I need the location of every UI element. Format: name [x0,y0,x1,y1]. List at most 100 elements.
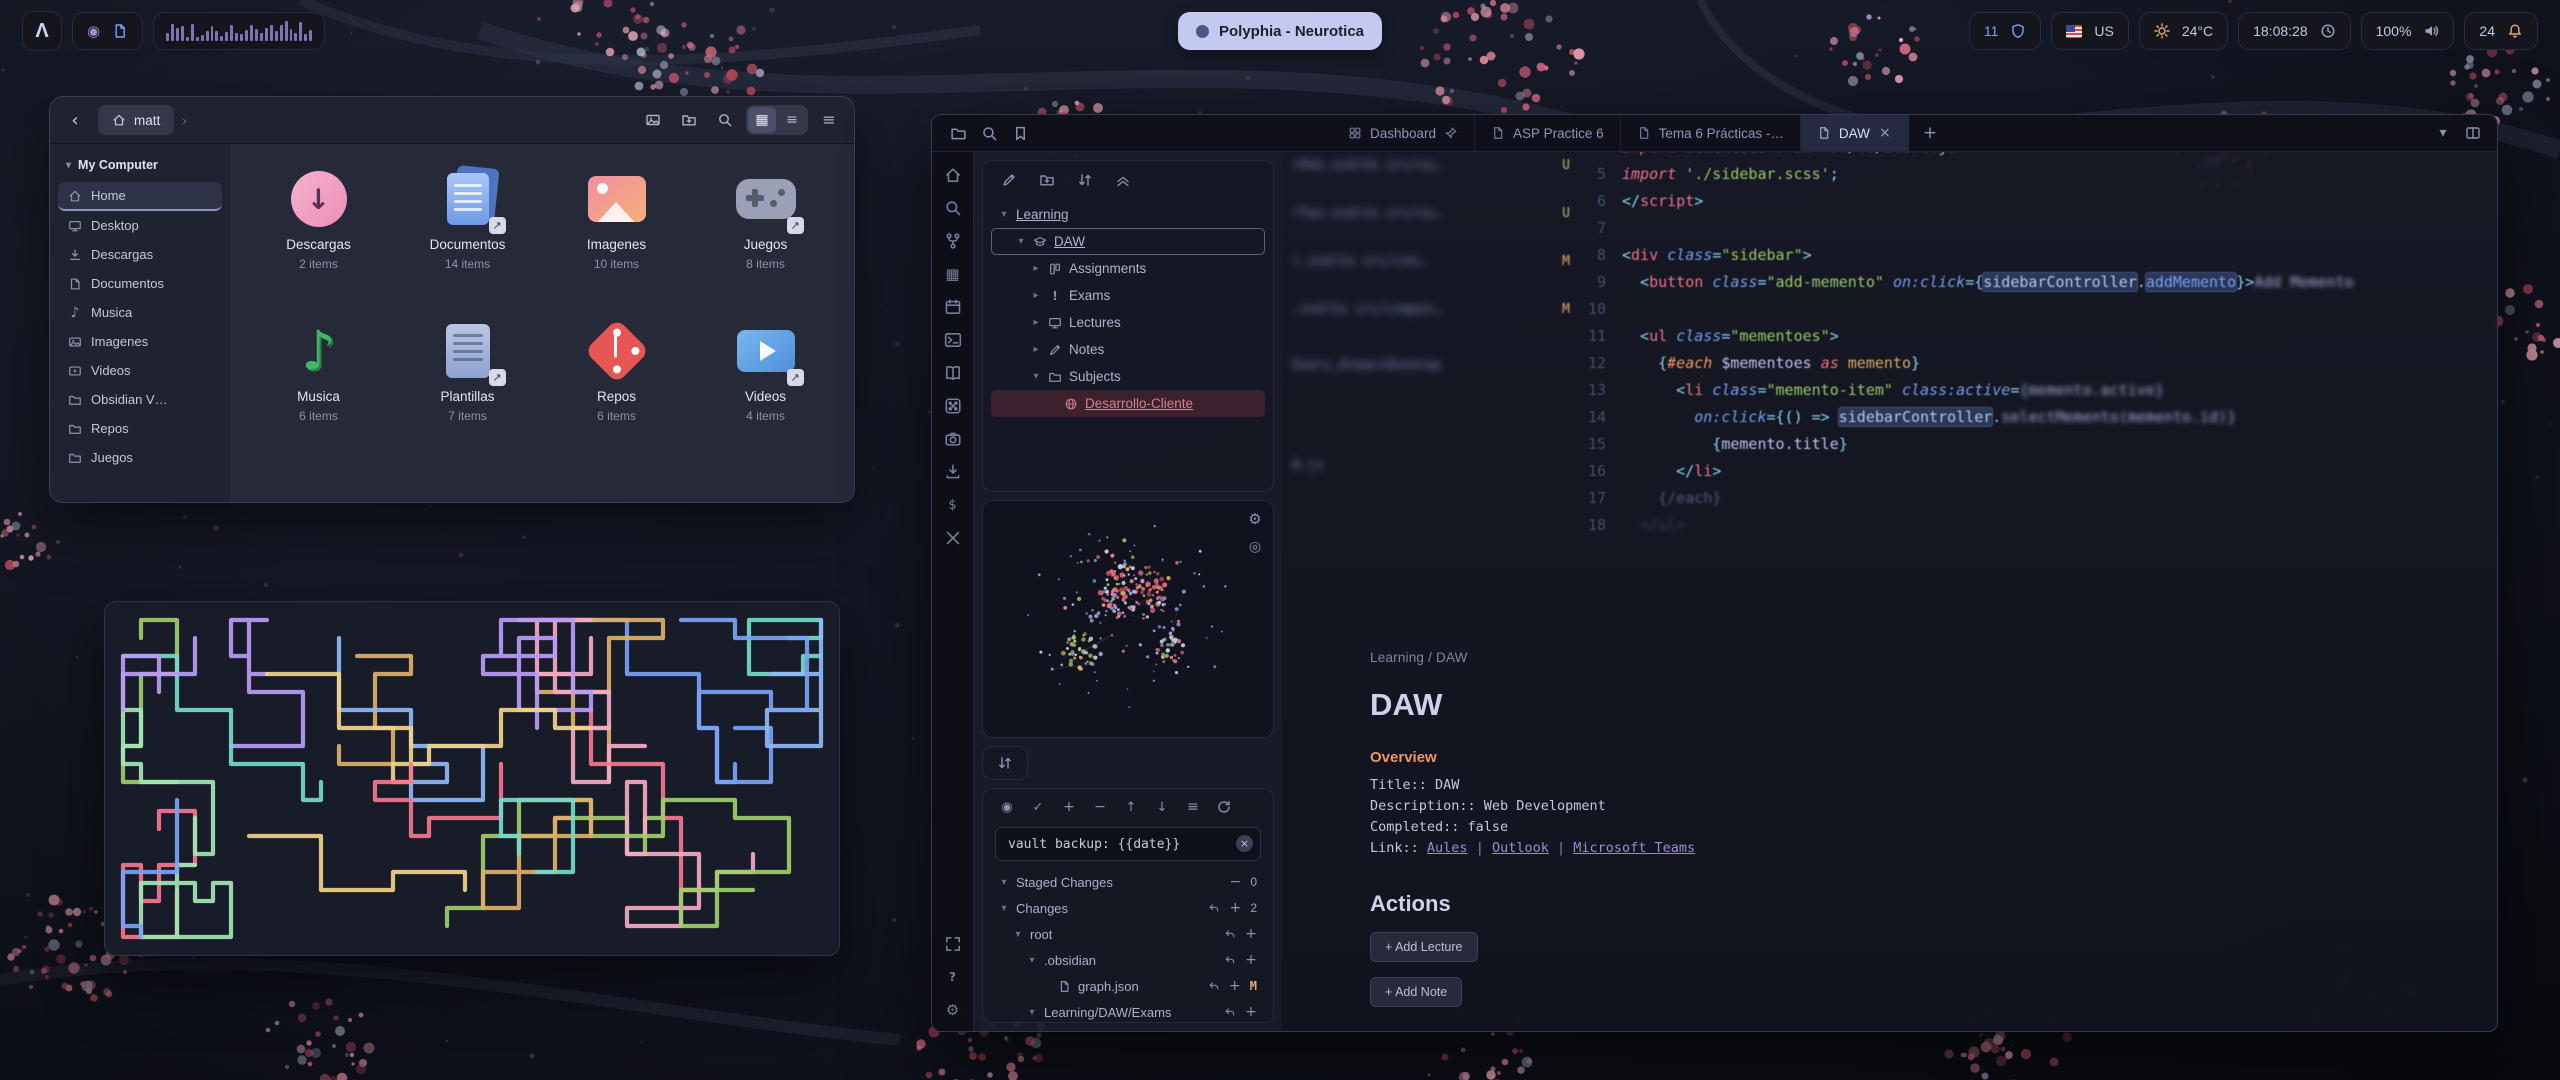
search-button[interactable] [710,105,740,135]
action-button--add-note[interactable]: + Add Note [1370,977,1462,1007]
folder-item-videos[interactable]: ↗Videos4 items [698,318,834,470]
sidebar-item-juegos[interactable]: Juegos [58,443,222,472]
files-app-icon[interactable] [112,23,128,39]
obsidian-tab-bar[interactable]: DashboardASP Practice 6Tema 6 Prácticas … [932,115,2497,152]
sidebar-item-obsidian-v-[interactable]: Obsidian V… [58,385,222,414]
git-pull-icon[interactable]: ↓ [1154,799,1170,815]
folder-item-descargas[interactable]: ↓Descargas2 items [251,166,387,318]
commit-message-input[interactable] [995,827,1261,861]
new-folder-icon[interactable] [1039,172,1055,188]
ribbon-dollar-icon[interactable]: $ [944,496,962,514]
new-folder-button[interactable] [674,105,704,135]
ribbon-search-icon[interactable] [944,199,962,217]
note-link-outlook[interactable]: Outlook [1492,840,1549,856]
files-header-bar[interactable]: ‹ matt › ▦≡≡ [50,97,854,144]
sidebar-item-descargas[interactable]: Descargas [58,240,222,269]
statusbar-updates[interactable]: 11 [1969,12,2042,50]
tab-dashboard[interactable]: Dashboard [1332,115,1475,151]
sort-icon[interactable] [1077,172,1093,188]
graph-view-panel[interactable]: ⚙◎ [982,500,1274,738]
graph-gear-icon[interactable]: ⚙ [1247,511,1263,527]
note-link-aules[interactable]: Aules [1427,840,1468,856]
git-row-root[interactable]: ▾root+ [991,921,1265,947]
git-minus-icon[interactable]: − [1092,799,1108,815]
collapsed-panel-toggle[interactable] [982,746,1028,780]
tab-tema-6-pr-cticas-[interactable]: Tema 6 Prácticas -… [1621,115,1801,151]
grid-view-button[interactable]: ▦ [748,107,776,133]
git-row--obsidian[interactable]: ▾.obsidian+ [991,947,1265,973]
git-row-changes[interactable]: ▾Changes+2 [991,895,1265,921]
folder-item-juegos[interactable]: ↗Juegos8 items [698,166,834,318]
image-button[interactable] [638,105,668,135]
ribbon-blocks-icon[interactable]: ▦ [944,265,962,283]
ribbon-help-icon[interactable]: ? [944,968,962,986]
statusbar-volume[interactable]: 100% [2361,12,2455,50]
git-action-discard-icon[interactable] [1224,1006,1236,1018]
media-widget[interactable]: Polyphia - Neurotica [1178,12,1382,50]
sidebar-item-videos[interactable]: Videos [58,356,222,385]
git-action-discard-icon[interactable] [1224,954,1236,966]
git-row-staged-changes[interactable]: ▾Staged Changes−0 [991,869,1265,895]
statusbar-keyboard-layout[interactable]: US [2051,12,2128,50]
tab-close-icon[interactable]: × [1878,126,1892,140]
action-button--add-lecture[interactable]: + Add Lecture [1370,932,1478,962]
note-link-microsoft-teams[interactable]: Microsoft Teams [1573,840,1695,856]
path-breadcrumb[interactable]: matt [98,105,174,135]
tab-asp-practice-6[interactable]: ASP Practice 6 [1475,115,1621,151]
git-row-graph-json[interactable]: graph.json+M [991,973,1265,999]
ribbon-dice-icon[interactable] [944,397,962,415]
git-action-discard-icon[interactable] [1224,928,1236,940]
new-note-icon[interactable] [1001,172,1017,188]
collapse-icon[interactable] [1115,172,1131,188]
launcher-button[interactable]: Λ [22,11,62,51]
statusbar-notifications[interactable]: 24 [2464,12,2538,50]
search-toggle-icon[interactable] [981,125,998,142]
git-check-icon[interactable]: ✓ [1030,799,1046,815]
git-action-plus-icon[interactable]: + [1229,902,1241,914]
sidebar-item-musica[interactable]: ♪Musica [58,298,222,327]
git-row-learning-daw-exams[interactable]: ▾Learning/DAW/Exams+ [991,999,1265,1025]
pipes-terminal-window[interactable] [104,601,840,956]
note-breadcrumb[interactable]: Learning / DAW [1370,650,2290,665]
tab-list-icon[interactable]: ▾ [2435,125,2451,141]
statusbar-weather[interactable]: 24°C [2139,12,2228,50]
ribbon-calendar-icon[interactable] [944,298,962,316]
sidebar-item-repos[interactable]: Repos [58,414,222,443]
git-push-icon[interactable]: ↑ [1123,799,1139,815]
split-editor-icon[interactable] [2465,125,2481,141]
ribbon-gear-icon[interactable]: ⚙ [944,1001,962,1019]
git-action-plus-icon[interactable]: + [1245,928,1257,940]
git-refresh-icon[interactable] [1216,799,1232,815]
sidebar-item-imagenes[interactable]: Imagenes [58,327,222,356]
tree-item-assignments[interactable]: ▸Assignments [991,255,1265,282]
tree-item-learning[interactable]: ▾Learning [991,201,1265,228]
git-action-plus-icon[interactable]: + [1245,1006,1257,1018]
sidebar-section-title[interactable]: ▾ My Computer [58,154,222,180]
graph-filter-icon[interactable]: ◎ [1247,539,1263,555]
ribbon-home-icon[interactable] [944,166,962,184]
ribbon-terminal-icon[interactable] [944,331,962,349]
statusbar-clock[interactable]: 18:08:28 [2238,12,2351,50]
git-list-icon[interactable]: ≡ [1185,799,1201,815]
git-action-plus-icon[interactable]: + [1245,954,1257,966]
git-action-discard-icon[interactable] [1208,902,1220,914]
folder-item-imagenes[interactable]: Imagenes10 items [549,166,685,318]
obsidian-app-icon[interactable]: ◉ [87,24,100,39]
tree-item-desarrollo-cliente[interactable]: Desarrollo-Cliente [991,390,1265,417]
new-tab-button[interactable]: + [1909,115,1951,151]
sidebar-item-documentos[interactable]: Documentos [58,269,222,298]
tree-item-notes[interactable]: ▸Notes [991,336,1265,363]
ribbon-camera-icon[interactable] [944,430,962,448]
tree-item-exams[interactable]: ▸!Exams [991,282,1265,309]
ribbon-tools-icon[interactable] [944,529,962,547]
clear-commit-message-icon[interactable]: × [1236,835,1253,852]
ribbon-expand-icon[interactable] [944,935,962,953]
folder-item-documentos[interactable]: ↗Documentos14 items [400,166,536,318]
list-view-button[interactable]: ≡ [778,107,806,133]
bookmark-toggle-icon[interactable] [1012,125,1029,142]
sidebar-item-desktop[interactable]: Desktop [58,211,222,240]
git-plus-icon[interactable]: + [1061,799,1077,815]
menu-button[interactable]: ≡ [814,105,844,135]
back-button[interactable]: ‹ [60,105,90,135]
ribbon-book-icon[interactable] [944,364,962,382]
